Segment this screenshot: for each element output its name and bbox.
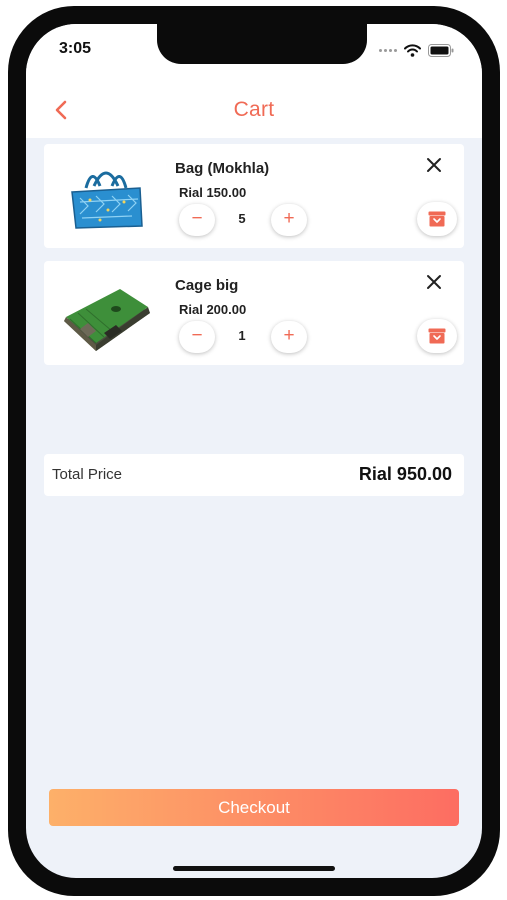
total-price-row: Total Price Rial 950.00 <box>44 454 464 496</box>
cart-item-bag-mokhla: Bag (Mokhla) Rial 150.00 − 5 + <box>44 144 464 248</box>
item-price: Rial 200.00 <box>179 302 247 317</box>
phone-frame: 3:05 Cart Bag (Mokhla) Rial 150.00 − 5 +… <box>8 6 500 896</box>
device-notch <box>157 24 367 64</box>
increase-quantity-button[interactable]: + <box>271 321 307 353</box>
quantity-value: 1 <box>238 328 246 343</box>
decrease-quantity-button[interactable]: − <box>179 204 215 236</box>
page-title: Cart <box>233 98 275 121</box>
wifi-icon <box>404 44 421 57</box>
home-indicator <box>173 866 335 871</box>
item-price: Rial 150.00 <box>179 185 247 200</box>
item-name: Bag (Mokhla) <box>175 160 270 177</box>
product-image-bag <box>71 171 143 229</box>
archive-item-button[interactable] <box>417 319 457 353</box>
close-icon[interactable] <box>426 274 442 290</box>
item-name: Cage big <box>175 277 239 294</box>
archive-item-button[interactable] <box>417 202 457 236</box>
quantity-value: 5 <box>238 211 246 226</box>
archive-box-icon <box>428 328 446 344</box>
nav-bar: Cart <box>26 82 482 138</box>
battery-icon <box>428 44 454 57</box>
status-icons <box>379 44 454 57</box>
archive-box-icon <box>428 211 446 227</box>
total-price-value: Rial 950.00 <box>358 464 452 484</box>
total-price-label: Total Price <box>52 466 123 483</box>
decrease-quantity-button[interactable]: − <box>179 321 215 353</box>
checkout-button[interactable]: Checkout <box>49 789 459 826</box>
close-icon[interactable] <box>426 157 442 173</box>
app-screen: 3:05 Cart Bag (Mokhla) Rial 150.00 − 5 +… <box>26 24 482 878</box>
increase-quantity-button[interactable]: + <box>271 204 307 236</box>
cart-item-cage-big: Cage big Rial 200.00 − 1 + <box>44 261 464 365</box>
status-time: 3:05 <box>59 40 92 57</box>
product-image-cage <box>64 289 150 351</box>
cellular-signal-icon <box>379 49 397 52</box>
